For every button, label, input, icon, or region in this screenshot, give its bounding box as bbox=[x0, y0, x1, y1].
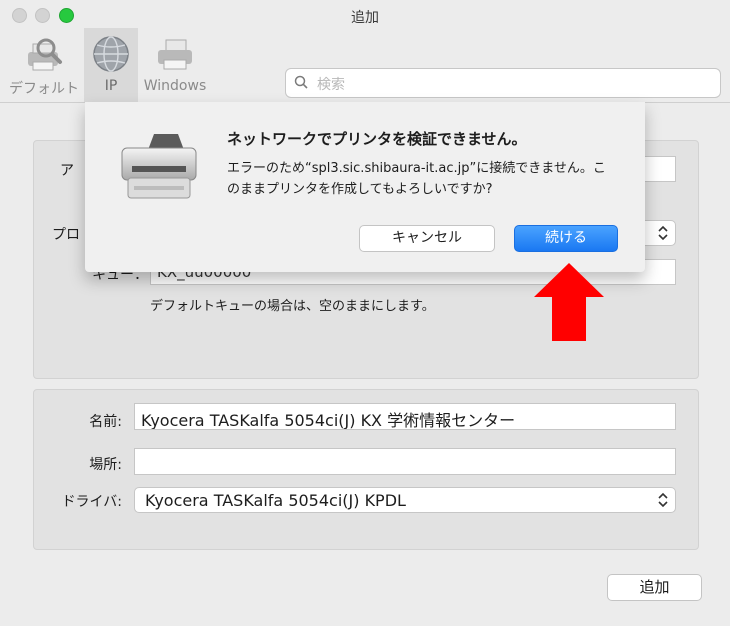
driver-value: Kyocera TASKalfa 5054ci(J) KPDL bbox=[145, 491, 406, 510]
globe-icon bbox=[93, 36, 129, 72]
driver-select[interactable]: Kyocera TASKalfa 5054ci(J) KPDL bbox=[134, 487, 676, 513]
location-label: 場所: bbox=[89, 457, 122, 473]
name-field[interactable]: Kyocera TASKalfa 5054ci(J) KX 学術情報センター bbox=[134, 403, 676, 430]
alert-sheet: ネットワークでプリンタを検証できません。 エラーのため“spl3.sic.shi… bbox=[85, 102, 645, 272]
chevron-updown-icon bbox=[658, 225, 668, 241]
queue-hint: デフォルトキューの場合は、空のままにします。 bbox=[150, 299, 435, 314]
toolbar-item-ip[interactable]: IP bbox=[84, 28, 138, 102]
location-field[interactable] bbox=[134, 448, 676, 475]
windows-printer-icon bbox=[158, 39, 192, 70]
driver-label: ドライバ: bbox=[61, 494, 122, 510]
title-bar: 追加 bbox=[0, 0, 730, 30]
annotation-arrow-icon bbox=[534, 263, 604, 341]
continue-button[interactable]: 続ける bbox=[514, 225, 618, 252]
cancel-button[interactable]: キャンセル bbox=[359, 225, 495, 252]
add-button[interactable]: 追加 bbox=[607, 574, 702, 601]
default-printer-icon bbox=[28, 38, 62, 71]
dialog-message: エラーのため“spl3.sic.shibaura-it.ac.jp”に接続できま… bbox=[227, 161, 606, 197]
toolbar-item-default[interactable]: デフォルト bbox=[6, 28, 82, 102]
toolbar: デフォルト IP Windows 検索 bbox=[0, 28, 730, 127]
toolbar-item-label: デフォルト bbox=[9, 81, 79, 97]
search-icon bbox=[294, 75, 308, 89]
toolbar-item-label: IP bbox=[104, 78, 118, 94]
name-label: 名前: bbox=[89, 414, 122, 430]
search-placeholder: 検索 bbox=[317, 77, 345, 93]
window-title: 追加 bbox=[351, 10, 379, 26]
add-printer-window: 追加 デフォルト IP Windows 検索 ア プロ キュー： KX_uu00… bbox=[0, 0, 730, 626]
address-label: ア bbox=[60, 163, 74, 179]
toolbar-item-label: Windows bbox=[143, 78, 207, 94]
search-field[interactable]: 検索 bbox=[285, 68, 721, 98]
printer-icon bbox=[121, 134, 197, 199]
toolbar-item-windows[interactable]: Windows bbox=[140, 28, 210, 102]
dialog-title: ネットワークでプリンタを検証できません。 bbox=[227, 130, 527, 148]
chevron-updown-icon bbox=[658, 492, 668, 508]
